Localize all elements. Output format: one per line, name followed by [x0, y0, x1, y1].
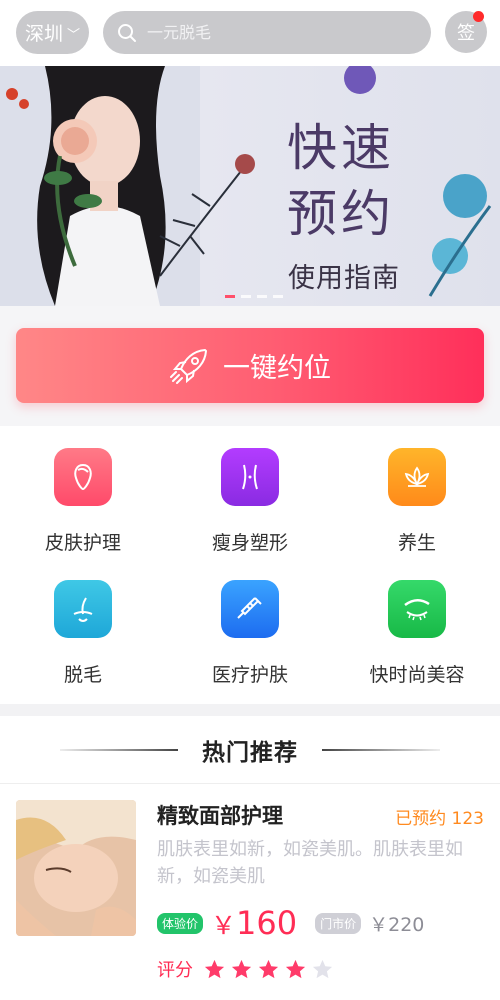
chevron-down-icon: ﹀	[67, 28, 81, 43]
category-item-hair-removal[interactable]: 脱毛	[13, 580, 153, 687]
sign-label: 签	[457, 23, 475, 44]
trial-price: ￥160	[211, 904, 297, 942]
pagination-dot[interactable]	[241, 295, 251, 298]
category-label: 瘦身塑形	[211, 532, 288, 554]
divider	[322, 748, 440, 751]
hot-recommendations: 热门推荐 精致面部护理 已预约 123 肌肤表里如新，如瓷美肌。肌肤表里如新，如…	[0, 716, 500, 1000]
notification-dot	[473, 11, 484, 22]
category-label: 快时尚美容	[369, 664, 465, 686]
top-bar: 深圳 ﹀ 签	[0, 0, 500, 66]
service-card[interactable]: 精致面部护理 已预约 123 肌肤表里如新，如瓷美肌。肌肤表里如新，如瓷美肌 体…	[0, 784, 500, 1000]
category-item-medical-skincare[interactable]: 医疗护肤	[180, 580, 320, 687]
star-filled-icon	[204, 959, 225, 978]
category-label: 医疗护肤	[211, 664, 288, 686]
lotus-icon	[388, 448, 446, 506]
service-name: 精致面部护理	[157, 804, 283, 828]
trial-price-tag: 体验价	[157, 912, 204, 934]
quick-book-label: 一键约位	[223, 353, 331, 384]
store-price: ￥220	[369, 913, 425, 936]
city-label: 深圳	[24, 23, 63, 45]
sign-in-button[interactable]: 签	[445, 11, 487, 53]
category-grid: 皮肤护理 瘦身塑形 养生 脱毛 医疗护肤 快时尚美容	[0, 426, 500, 704]
price-row: 体验价 ￥160 门市价 ￥220	[157, 904, 424, 942]
star-empty-icon	[312, 959, 333, 978]
book-section: 一键约位	[0, 306, 500, 426]
pagination-dot[interactable]	[225, 295, 235, 298]
service-thumbnail	[16, 800, 136, 936]
rocket-icon	[170, 348, 208, 384]
syringe-icon	[221, 580, 279, 638]
flower-decoration-icon	[159, 154, 255, 277]
star-filled-icon	[285, 959, 306, 978]
search-icon	[118, 23, 136, 42]
search-input[interactable]	[147, 23, 397, 42]
booked-count: 已预约 123	[395, 809, 484, 829]
hair-icon	[54, 580, 112, 638]
price-value: 160	[236, 904, 298, 942]
rating-stars	[203, 958, 338, 981]
category-label: 脱毛	[63, 664, 102, 686]
category-item-skin-care[interactable]: 皮肤护理	[13, 448, 153, 555]
category-item-body-shaping[interactable]: 瘦身塑形	[180, 448, 320, 555]
blue-flower-decoration-icon	[428, 174, 492, 297]
pagination-dot[interactable]	[273, 295, 283, 298]
city-selector[interactable]: 深圳 ﹀	[16, 11, 89, 54]
banner-subtitle: 使用指南	[288, 263, 400, 294]
service-description: 肌肤表里如新，如瓷美肌。肌肤表里如新，如瓷美肌	[157, 839, 463, 887]
store-price-tag: 门市价	[315, 912, 362, 934]
banner-pagination	[225, 295, 283, 298]
section-header: 热门推荐	[0, 716, 500, 784]
purple-flower-decoration-icon	[344, 66, 376, 94]
rating-label: 评分	[157, 960, 193, 981]
star-filled-icon	[231, 959, 252, 978]
divider	[60, 748, 178, 751]
category-item-fast-beauty[interactable]: 快时尚美容	[347, 580, 487, 687]
section-title: 热门推荐	[202, 739, 298, 766]
face-icon	[54, 448, 112, 506]
banner-title-line2: 预约	[287, 185, 395, 243]
currency-symbol: ￥	[211, 911, 237, 940]
banner-title-line1: 快速	[287, 119, 395, 177]
body-icon	[221, 448, 279, 506]
eyebrow-icon	[388, 580, 446, 638]
promo-banner[interactable]: 快速 预约 使用指南	[0, 66, 500, 306]
pagination-dot[interactable]	[257, 295, 267, 298]
rating-row: 评分	[157, 956, 338, 982]
category-label: 皮肤护理	[44, 532, 121, 554]
star-filled-icon	[258, 959, 279, 978]
quick-book-button[interactable]: 一键约位	[16, 328, 484, 403]
category-item-wellness[interactable]: 养生	[347, 448, 487, 555]
search-bar[interactable]	[103, 11, 431, 54]
category-label: 养生	[397, 532, 436, 554]
